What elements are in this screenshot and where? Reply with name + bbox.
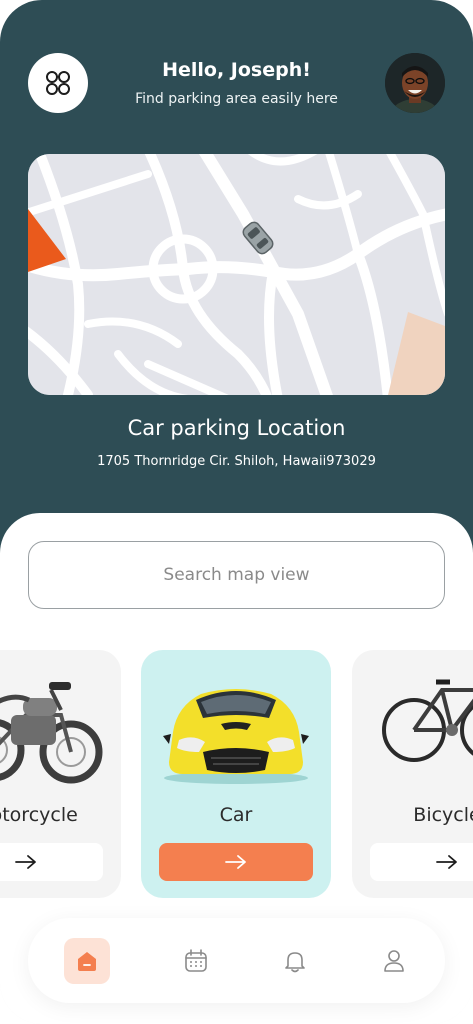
- grid-menu-icon: [46, 71, 70, 95]
- greeting-title: Hello, Joseph!: [162, 59, 311, 81]
- avatar[interactable]: [385, 53, 445, 113]
- nav-home[interactable]: [64, 938, 110, 984]
- car-image: [163, 689, 309, 784]
- phone-screen: Hello, Joseph! Find parking area easily …: [0, 0, 473, 1024]
- vehicle-label: Motorcycle: [0, 804, 78, 826]
- vehicle-card-motorcycle[interactable]: Motorcycle: [0, 650, 121, 898]
- motorcycle-image: [0, 682, 103, 784]
- location-address: 1705 Thornridge Cir. Shiloh, Hawaii97302…: [97, 454, 376, 469]
- home-icon: [78, 952, 96, 971]
- bell-icon: [285, 952, 305, 973]
- greeting: Hello, Joseph! Find parking area easily …: [110, 58, 363, 110]
- arrow-right-icon: [15, 855, 36, 869]
- vehicle-label: Bicycle: [413, 804, 473, 826]
- nav-notifications[interactable]: [272, 938, 318, 984]
- select-bicycle-button[interactable]: [370, 843, 473, 881]
- avatar-photo: [385, 53, 445, 113]
- header-panel: Hello, Joseph! Find parking area easily …: [0, 0, 473, 560]
- bottom-nav: [28, 918, 445, 1003]
- select-motorcycle-button[interactable]: [0, 843, 103, 881]
- location-title: Car parking Location: [127, 416, 346, 440]
- vehicle-card-bicycle[interactable]: Bicycle: [352, 650, 473, 898]
- vehicle-card-car[interactable]: Car: [141, 650, 331, 898]
- menu-button[interactable]: [28, 53, 88, 113]
- arrow-right-icon: [436, 855, 457, 869]
- arrow-right-icon: [225, 855, 246, 869]
- vehicle-label: Car: [219, 804, 253, 826]
- parking-map[interactable]: [28, 154, 445, 395]
- search-input[interactable]: [28, 541, 445, 609]
- bicycle-image: [382, 679, 473, 762]
- nav-profile[interactable]: [371, 938, 417, 984]
- map-graphic: [28, 154, 445, 395]
- select-car-button[interactable]: [159, 843, 313, 881]
- greeting-subtitle: Find parking area easily here: [135, 91, 338, 107]
- user-icon: [384, 950, 404, 972]
- calendar-icon: [185, 949, 207, 972]
- nav-calendar[interactable]: [173, 938, 219, 984]
